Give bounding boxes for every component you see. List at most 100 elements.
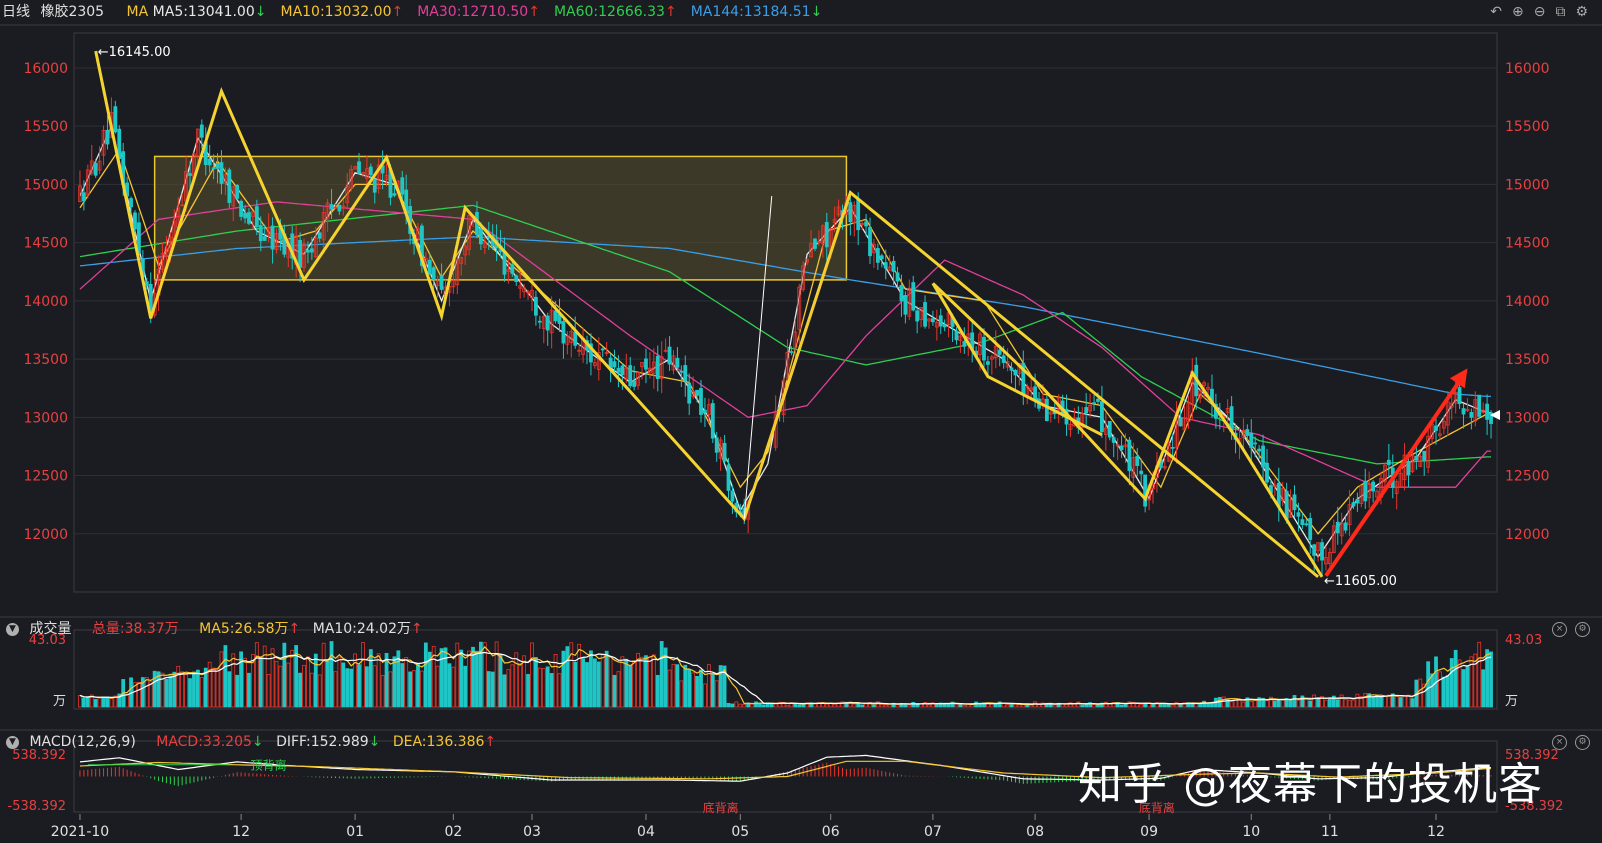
volume-bar <box>1371 696 1376 708</box>
price-tick-right: 12500 <box>1505 469 1550 485</box>
candle-body <box>545 315 550 331</box>
volume-bar <box>585 662 589 708</box>
collapse-icon[interactable]: ▼ <box>6 735 19 749</box>
chart-app: 日线 橡胶2305 MA MA5:13041.00↓ MA10:13032.00↑… <box>0 0 1602 843</box>
volume-bar <box>581 658 585 708</box>
candle-body <box>864 221 868 227</box>
candle-body <box>1469 412 1474 418</box>
volume-bar <box>600 654 605 708</box>
volume-bar <box>1438 671 1442 708</box>
volume-bar <box>1394 696 1399 708</box>
volume-bar <box>1096 704 1100 708</box>
volume-bar <box>541 668 546 708</box>
candle-body <box>942 324 947 328</box>
candle-body <box>514 275 519 282</box>
main-frame <box>73 32 1498 593</box>
volume-bar <box>1335 699 1340 708</box>
price-tick-left: 14500 <box>23 236 68 252</box>
volume-frame <box>73 629 1498 710</box>
candle-body <box>1178 418 1183 427</box>
candle-body <box>1355 499 1360 504</box>
candle-body <box>915 310 920 322</box>
candle-body <box>1363 480 1368 502</box>
time-tick-label: 12 <box>1427 824 1445 840</box>
volume-bar <box>125 693 130 708</box>
candle-body <box>895 272 900 282</box>
zigzag-layer <box>94 50 1468 579</box>
candle-body <box>211 167 216 170</box>
time-tick-label: 01 <box>346 824 364 840</box>
candle-body <box>431 267 436 280</box>
volume-bar <box>459 649 464 708</box>
volume-bar <box>927 704 931 708</box>
candle-body <box>1033 386 1037 401</box>
time-tick-label: 06 <box>822 824 840 840</box>
trend-arrow-shaft <box>1324 377 1464 577</box>
candle-body <box>1001 355 1006 363</box>
close-icon[interactable]: × <box>1552 622 1567 637</box>
watermark: 知乎 @夜幕下的投机客 <box>1078 759 1543 810</box>
candle-body <box>675 357 680 368</box>
candle-body <box>679 370 684 373</box>
settings-icon[interactable]: ⚙ <box>1575 622 1590 637</box>
volume-bar <box>97 697 102 708</box>
collapse-icon[interactable]: ▼ <box>6 622 19 636</box>
candle-body <box>1300 519 1305 525</box>
volume-bar <box>1151 704 1155 708</box>
volume-bar <box>137 681 141 708</box>
candle-body <box>891 260 896 272</box>
candle-body <box>1434 425 1438 431</box>
volume-bar <box>408 671 413 708</box>
volume-bar <box>357 664 361 708</box>
volume-bar <box>1410 698 1415 708</box>
volume-bar <box>486 671 491 708</box>
volume-bar <box>1084 703 1089 708</box>
candle-body <box>1371 481 1376 492</box>
candle-body <box>133 212 137 230</box>
volume-bar <box>742 703 747 708</box>
candle-body <box>1009 367 1014 371</box>
volume-bar <box>537 667 542 708</box>
candle-body <box>1143 474 1148 507</box>
time-tick-label: 07 <box>924 824 942 840</box>
volume-bar <box>101 696 106 708</box>
volume-bar <box>612 674 617 708</box>
candle-body <box>954 330 959 341</box>
close-icon[interactable]: × <box>1552 735 1567 750</box>
volume-bar <box>1013 703 1018 708</box>
candle-body <box>144 281 149 286</box>
candle-body <box>372 179 377 193</box>
volume-bar <box>573 661 578 708</box>
candle-body <box>1139 470 1144 475</box>
candle-body <box>1265 462 1269 483</box>
volume-bar <box>640 656 644 708</box>
volume-bar <box>856 702 861 708</box>
macd-diff-arrow: ↓ <box>368 734 381 750</box>
settings-icon[interactable]: ⚙ <box>1575 735 1590 750</box>
volume-bar <box>911 701 916 708</box>
volume-bar <box>734 701 739 708</box>
volume-bar <box>1441 676 1446 708</box>
volume-bar <box>683 664 688 708</box>
volume-bar <box>1453 649 1458 708</box>
volume-bar <box>337 656 342 708</box>
candle-body <box>938 315 943 327</box>
time-tick-label: 04 <box>637 824 655 840</box>
volume-bar <box>1092 704 1096 708</box>
candle-body <box>561 321 566 344</box>
macd-dea: DEA:136.386 <box>392 734 485 750</box>
volume-bar <box>372 665 377 708</box>
candle-body <box>1308 518 1313 540</box>
price-tick-right: 14000 <box>1505 294 1550 310</box>
candle-body <box>722 442 727 462</box>
volume-bar <box>1489 651 1493 708</box>
volume-bar <box>317 674 322 708</box>
divergence-label: 顶背离 <box>251 757 287 772</box>
volume-bar <box>309 672 314 708</box>
volume-bar <box>620 656 625 708</box>
candle-body <box>129 198 133 208</box>
volume-bar <box>1241 701 1246 708</box>
volume-bar <box>1363 692 1368 708</box>
time-tick-label: 10 <box>1242 824 1260 840</box>
time-axis-layer: 2021-10 12 01 02 03 04 05 06 07 08 09 10 11 12 <box>51 814 1445 840</box>
